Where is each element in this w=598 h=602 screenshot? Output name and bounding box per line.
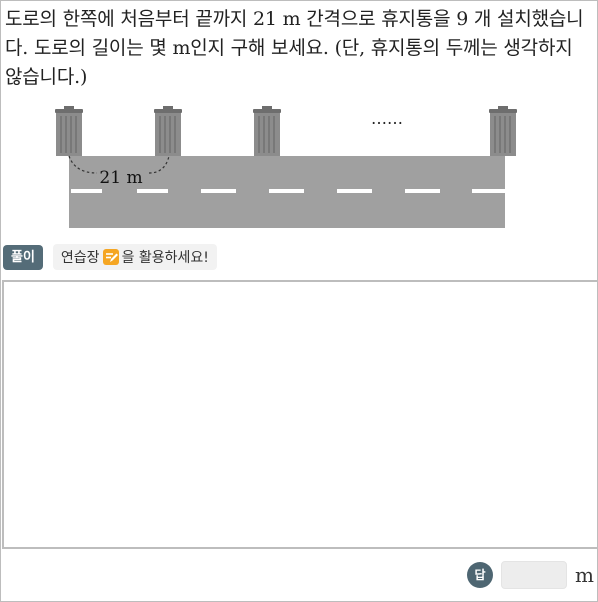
answer-unit: m [575,563,594,587]
answer-input[interactable] [501,561,567,589]
question-text: 도로의 한쪽에 처음부터 끝까지 21 m 간격으로 휴지통을 9 개 설치했습… [5,8,584,88]
notepad-pencil-icon[interactable] [102,248,120,266]
trash-bin-icon [55,106,83,156]
hint-text-after: 을 활용하세요! [121,250,209,266]
hint-text-before: 연습장 [60,250,100,266]
answer-badge: 답 [467,562,493,588]
interval-label: 21 m [99,168,142,188]
notepad-hint[interactable]: 연습장 을 활용하세요! [52,244,217,270]
ellipsis-text: …… [371,109,403,128]
road-figure: …… 21 m [55,106,517,228]
solution-badge: 풀이 [3,244,43,270]
problem-card: 도로의 한쪽에 처음부터 끝까지 21 m 간격으로 휴지통을 9 개 설치했습… [0,0,598,602]
solution-work-area[interactable] [2,280,598,549]
trash-bin-icon [154,106,182,156]
answer-row: 답 m [467,560,594,590]
trash-bin-icon [253,106,281,156]
solution-toolbar: 풀이 연습장 을 활용하세요! [3,244,217,270]
trash-bin-icon [489,106,517,156]
